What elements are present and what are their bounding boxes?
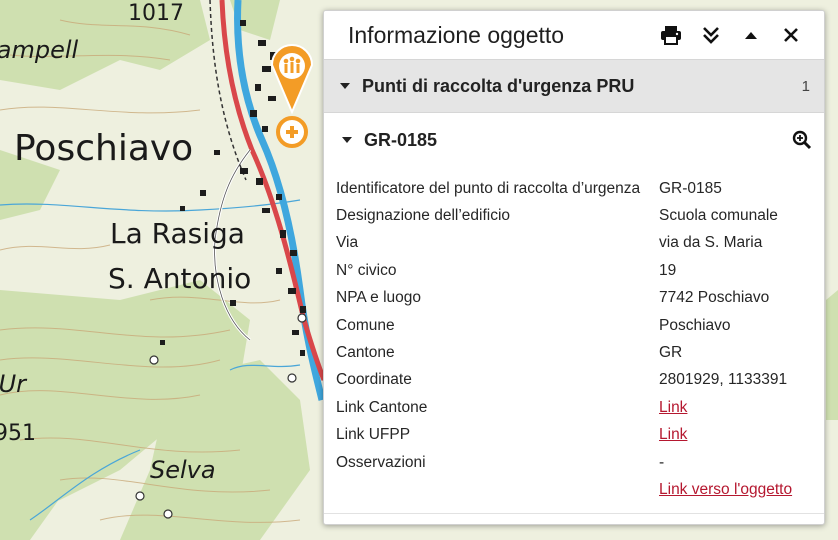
attribute-table: Identificatore del punto di raccolta d’u… xyxy=(324,175,824,504)
attribute-value: 19 xyxy=(659,261,677,279)
attribute-value: Scuola comunale xyxy=(659,207,778,225)
attribute-row: Via via da S. Maria xyxy=(336,230,824,257)
map-label-campell: Campell xyxy=(0,36,79,64)
map-label-s-antonio: S. Antonio xyxy=(108,262,251,295)
attribute-key: Via xyxy=(336,234,359,252)
attribute-key: Comune xyxy=(336,316,395,334)
attribute-row: Identificatore del punto di raccolta d’u… xyxy=(336,175,824,202)
attribute-key: Osservazioni xyxy=(336,453,426,471)
caret-down-icon xyxy=(342,137,352,143)
attribute-key: Coordinate xyxy=(336,371,412,389)
map-label-951: 951 xyxy=(0,421,36,446)
attribute-value: 2801929, 1133391 xyxy=(659,371,788,389)
attribute-row: NPA e luogo 7742 Poschiavo xyxy=(336,285,824,312)
map-label-selva: Selva xyxy=(150,456,216,484)
link-ufpp[interactable]: Link xyxy=(659,426,687,443)
attribute-row: N° civico 19 xyxy=(336,257,824,284)
feature-id: GR-0185 xyxy=(364,129,438,150)
panel-toolbar xyxy=(660,24,802,46)
attribute-key: Designazione dell’edificio xyxy=(336,207,511,225)
divider xyxy=(324,513,824,514)
collapse-all-icon[interactable] xyxy=(700,24,722,46)
printer-icon[interactable] xyxy=(660,24,682,46)
attribute-value: 7742 Poschiavo xyxy=(659,289,770,307)
attribute-row: Cantone GR xyxy=(336,339,824,366)
attribute-value: Poschiavo xyxy=(659,316,731,334)
object-link-row: Link verso l'oggetto xyxy=(336,476,824,503)
attribute-row: Osservazioni - xyxy=(336,449,824,476)
map-label-1017: 1017 xyxy=(128,1,184,26)
attribute-key: Link Cantone xyxy=(336,398,428,416)
caret-down-icon xyxy=(340,83,350,89)
attribute-key: Identificatore del punto di raccolta d’u… xyxy=(336,179,641,197)
attribute-key: NPA e luogo xyxy=(336,289,422,307)
attribute-key: Link UFPP xyxy=(336,426,411,444)
attribute-value: GR-0185 xyxy=(659,179,722,197)
feature-count: 1 xyxy=(801,77,810,95)
minimize-icon[interactable] xyxy=(740,24,762,46)
attribute-key: N° civico xyxy=(336,261,397,279)
layer-section-header[interactable]: Punti di raccolta d'urgenza PRU 1 xyxy=(324,59,824,113)
attribute-row: Coordinate 2801929, 1133391 xyxy=(336,367,824,394)
attribute-row: Link Cantone Link xyxy=(336,394,824,421)
zoom-to-feature-icon[interactable] xyxy=(792,130,812,150)
attribute-key: Cantone xyxy=(336,344,395,362)
attribute-value: - xyxy=(659,453,665,471)
close-icon[interactable] xyxy=(780,24,802,46)
layer-section-title: Punti di raccolta d'urgenza PRU xyxy=(362,75,635,96)
feature-header[interactable]: GR-0185 xyxy=(324,117,824,163)
link-cantone[interactable]: Link xyxy=(659,399,687,416)
panel-title: Informazione oggetto xyxy=(348,21,565,48)
panel-header: Informazione oggetto xyxy=(324,11,824,59)
attribute-row: Comune Poschiavo xyxy=(336,312,824,339)
map-label-ur: 'Ur xyxy=(0,370,28,398)
object-link[interactable]: Link verso l'oggetto xyxy=(659,481,792,498)
attribute-row: Link UFPP Link xyxy=(336,422,824,449)
attribute-value: via da S. Maria xyxy=(659,234,763,252)
object-info-panel: Informazione oggetto Punti di raccolta d… xyxy=(323,10,825,525)
attribute-value: GR xyxy=(659,344,683,362)
attribute-row: Designazione dell’edificio Scuola comunal… xyxy=(336,202,824,229)
map-label-poschiavo: Poschiavo xyxy=(14,128,193,169)
map-label-la-rasiga: La Rasiga xyxy=(110,217,245,250)
